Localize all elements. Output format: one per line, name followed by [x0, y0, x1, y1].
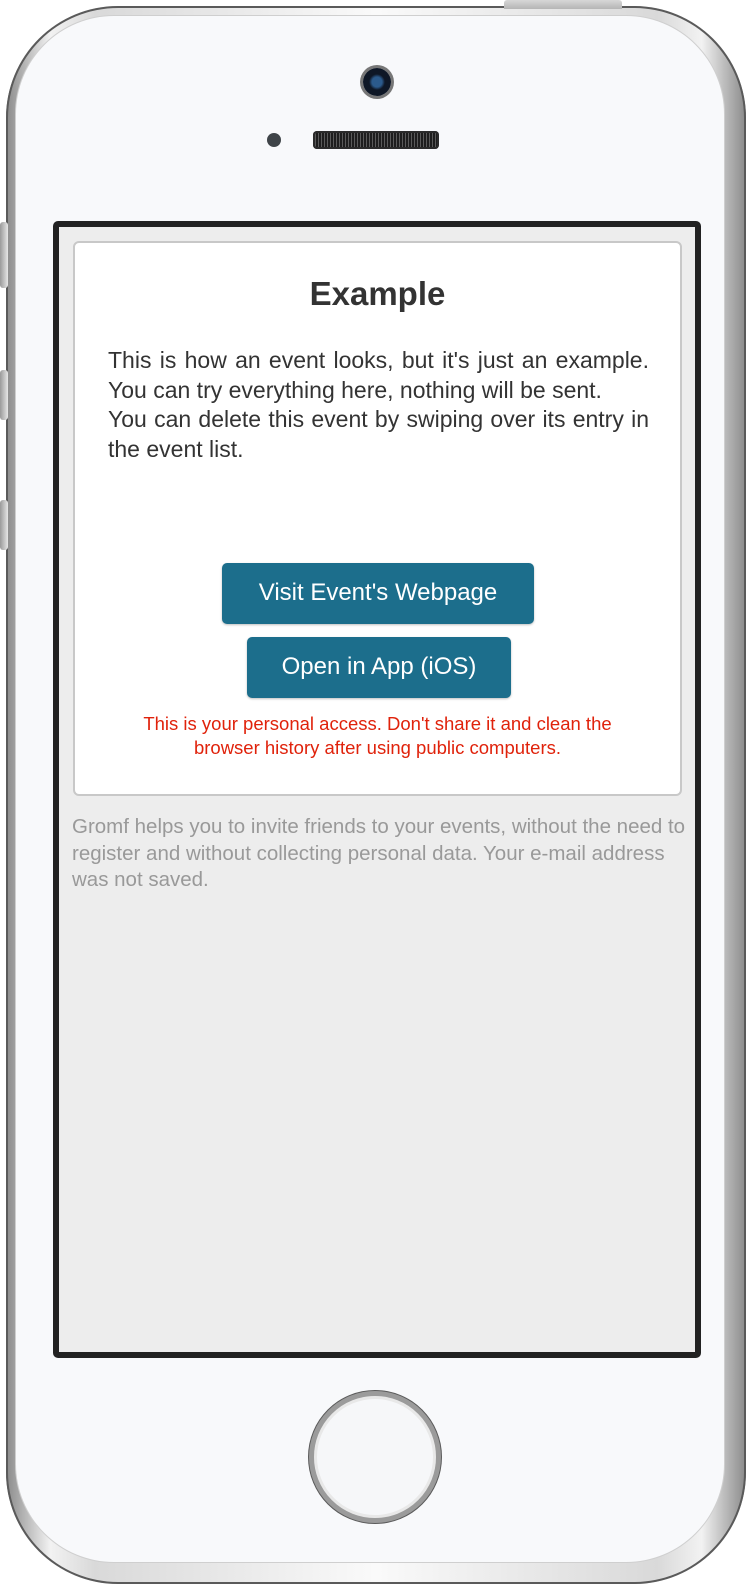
event-title: Example [309, 275, 446, 312]
phone-screen: Example This is how an event looks, but … [53, 221, 701, 1358]
privacy-warning: This is your personal access. Don't shar… [75, 712, 680, 760]
mute-switch [0, 222, 8, 288]
privacy-warning-line: This is your personal access. Don't shar… [143, 713, 612, 734]
volume-down-button [0, 500, 8, 550]
event-card: Example This is how an event looks, but … [73, 241, 682, 796]
description-paragraph-example: This is how an event looks, but it's jus… [108, 347, 649, 403]
power-button [504, 0, 622, 9]
proximity-sensor [267, 133, 281, 147]
description-paragraph-delete: You can delete this event by swiping ove… [108, 406, 649, 462]
open-in-app-button[interactable]: Open in App (iOS) [247, 637, 511, 698]
event-description: This is how an event looks, but it's jus… [108, 346, 649, 464]
home-button[interactable] [309, 1391, 441, 1523]
volume-up-button [0, 370, 8, 420]
visit-webpage-button[interactable]: Visit Event's Webpage [222, 563, 534, 624]
privacy-warning-line: browser history after using public compu… [193, 737, 562, 758]
front-camera-icon [363, 68, 391, 96]
footer-note: Gromf helps you to invite friends to you… [72, 815, 686, 891]
earpiece-speaker [313, 131, 439, 149]
